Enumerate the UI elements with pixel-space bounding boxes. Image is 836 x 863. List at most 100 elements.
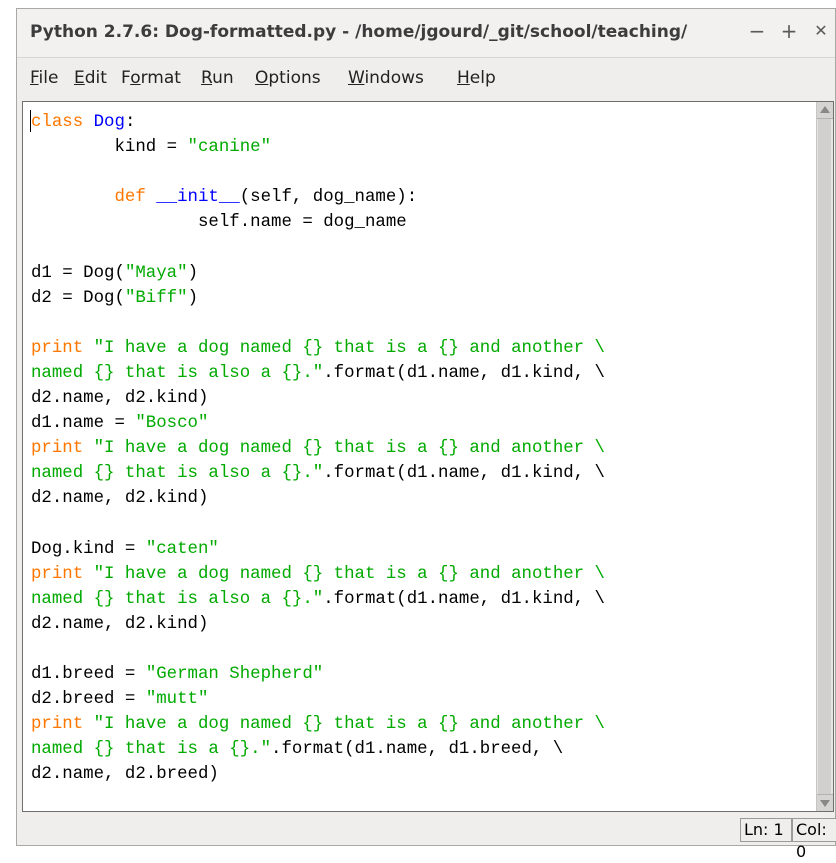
menu-label: elp — [469, 68, 496, 88]
code-token: self.name = dog_name — [31, 213, 407, 233]
code-line: d2.name, d2.kind) — [31, 612, 811, 637]
status-bar: Ln: 1 Col: 0 — [17, 815, 836, 861]
menu-mnemonic: H — [457, 68, 470, 88]
code-token: d1.breed = — [31, 665, 146, 685]
code-line: print "I have a dog named {} that is a {… — [31, 562, 811, 587]
scroll-up-arrow-icon[interactable] — [817, 102, 833, 119]
maximize-icon[interactable]: + — [777, 19, 801, 43]
menu-label: dit — [84, 68, 107, 88]
code-token: d2.name, d2.kind) — [31, 614, 209, 634]
string-token: named {} that is a {}." — [31, 740, 272, 760]
code-token: .format(d1.name, d1.kind, \ — [323, 363, 605, 383]
scrollbar-thumb[interactable] — [818, 119, 831, 794]
code-token: .format(d1.name, d1.kind, \ — [323, 464, 605, 484]
code-text[interactable]: class Dog: kind = "canine" def __init__(… — [31, 110, 811, 811]
code-token: Dog.kind = — [31, 539, 146, 559]
code-line: d2.name, d2.kind) — [31, 386, 811, 411]
menu-mnemonic: W — [348, 68, 365, 88]
code-line: kind = "canine" — [31, 135, 811, 160]
code-token: d1 = Dog( — [31, 263, 125, 283]
menu-windows[interactable]: Windows — [348, 68, 424, 88]
menu-mnemonic: F — [30, 68, 39, 88]
code-line: d2.name, d2.breed) — [31, 762, 811, 787]
code-line: named {} that is also a {}.".format(d1.n… — [31, 461, 811, 486]
string-token: "caten" — [145, 539, 219, 559]
code-line: named {} that is also a {}.".format(d1.n… — [31, 361, 811, 386]
menu-format[interactable]: Format — [121, 68, 181, 88]
menu-file[interactable]: File — [30, 68, 58, 88]
code-token: .format(d1.name, d1.kind, \ — [323, 589, 605, 609]
string-token: "canine" — [187, 138, 272, 158]
code-editor[interactable]: class Dog: kind = "canine" def __init__(… — [22, 101, 834, 812]
string-token: "mutt" — [145, 690, 209, 710]
menu-label: ile — [38, 68, 59, 88]
menu-label-prefix: F — [121, 68, 131, 88]
code-line: print "I have a dog named {} that is a {… — [31, 436, 811, 461]
code-line: d2.name, d2.kind) — [31, 486, 811, 511]
string-token: "I have a dog named {} that is a {} and … — [93, 338, 605, 358]
string-token: "Maya" — [124, 263, 188, 283]
string-token: "I have a dog named {} that is a {} and … — [93, 564, 605, 584]
menu-label: rmat — [140, 68, 181, 88]
menu-options[interactable]: Options — [255, 68, 321, 88]
code-line: named {} that is also a {}.".format(d1.n… — [31, 587, 811, 612]
keyword-token: def — [114, 188, 146, 208]
menu-help[interactable]: Help — [457, 68, 496, 88]
code-line: class Dog: — [31, 110, 811, 135]
minimize-icon[interactable]: − — [745, 19, 769, 43]
code-line: self.name = dog_name — [31, 210, 811, 235]
keyword-token: print — [31, 439, 84, 459]
menu-label: un — [212, 68, 234, 88]
string-token: "I have a dog named {} that is a {} and … — [93, 439, 605, 459]
code-line: d1 = Dog("Maya") — [31, 261, 811, 286]
string-token: named {} that is also a {}." — [31, 363, 324, 383]
code-token: d1.name = — [31, 414, 136, 434]
code-line: print "I have a dog named {} that is a {… — [31, 336, 811, 361]
scroll-down-arrow-icon[interactable] — [817, 794, 833, 811]
code-token: d2 = Dog( — [31, 288, 125, 308]
menu-label: ptions — [268, 68, 321, 88]
line-number-indicator: Ln: 1 — [740, 818, 792, 842]
string-token: named {} that is also a {}." — [31, 464, 324, 484]
code-line: d1.name = "Bosco" — [31, 411, 811, 436]
string-token: "German Shepherd" — [145, 665, 324, 685]
menu-mnemonic: R — [201, 68, 213, 88]
code-token: (self, dog_name): — [239, 188, 418, 208]
code-token: : — [124, 113, 136, 132]
code-line: d2.breed = "mutt" — [31, 687, 811, 712]
definition-token: __init__ — [156, 188, 240, 208]
code-line: d2 = Dog("Biff") — [31, 286, 811, 311]
code-line: Dog.kind = "caten" — [31, 537, 811, 562]
code-token: ) — [187, 288, 198, 308]
menu-label: indows — [364, 68, 424, 88]
menu-run[interactable]: Run — [201, 68, 234, 88]
idle-editor-window: Python 2.7.6: Dog-formatted.py - /home/j… — [16, 8, 836, 861]
menu-mnemonic: o — [130, 68, 141, 88]
title-bar[interactable]: Python 2.7.6: Dog-formatted.py - /home/j… — [17, 9, 835, 58]
code-line: print "I have a dog named {} that is a {… — [31, 712, 811, 737]
vertical-scrollbar[interactable] — [816, 102, 833, 811]
keyword-token: print — [31, 338, 84, 358]
string-token: "I have a dog named {} that is a {} and … — [93, 715, 605, 735]
string-token: named {} that is also a {}." — [31, 589, 324, 609]
menu-edit[interactable]: Edit — [74, 68, 107, 88]
code-token: d2.name, d2.kind) — [31, 489, 209, 509]
code-token: d2.breed = — [31, 690, 146, 710]
menu-mnemonic: O — [255, 68, 269, 88]
string-token: "Biff" — [124, 288, 188, 308]
code-token: ) — [187, 263, 198, 283]
code-line: d1.breed = "German Shepherd" — [31, 662, 811, 687]
close-icon[interactable]: ✕ — [809, 19, 833, 43]
menu-bar: File Edit Format Run Options Windows Hel… — [17, 58, 835, 96]
column-number-indicator: Col: 0 — [792, 818, 836, 861]
